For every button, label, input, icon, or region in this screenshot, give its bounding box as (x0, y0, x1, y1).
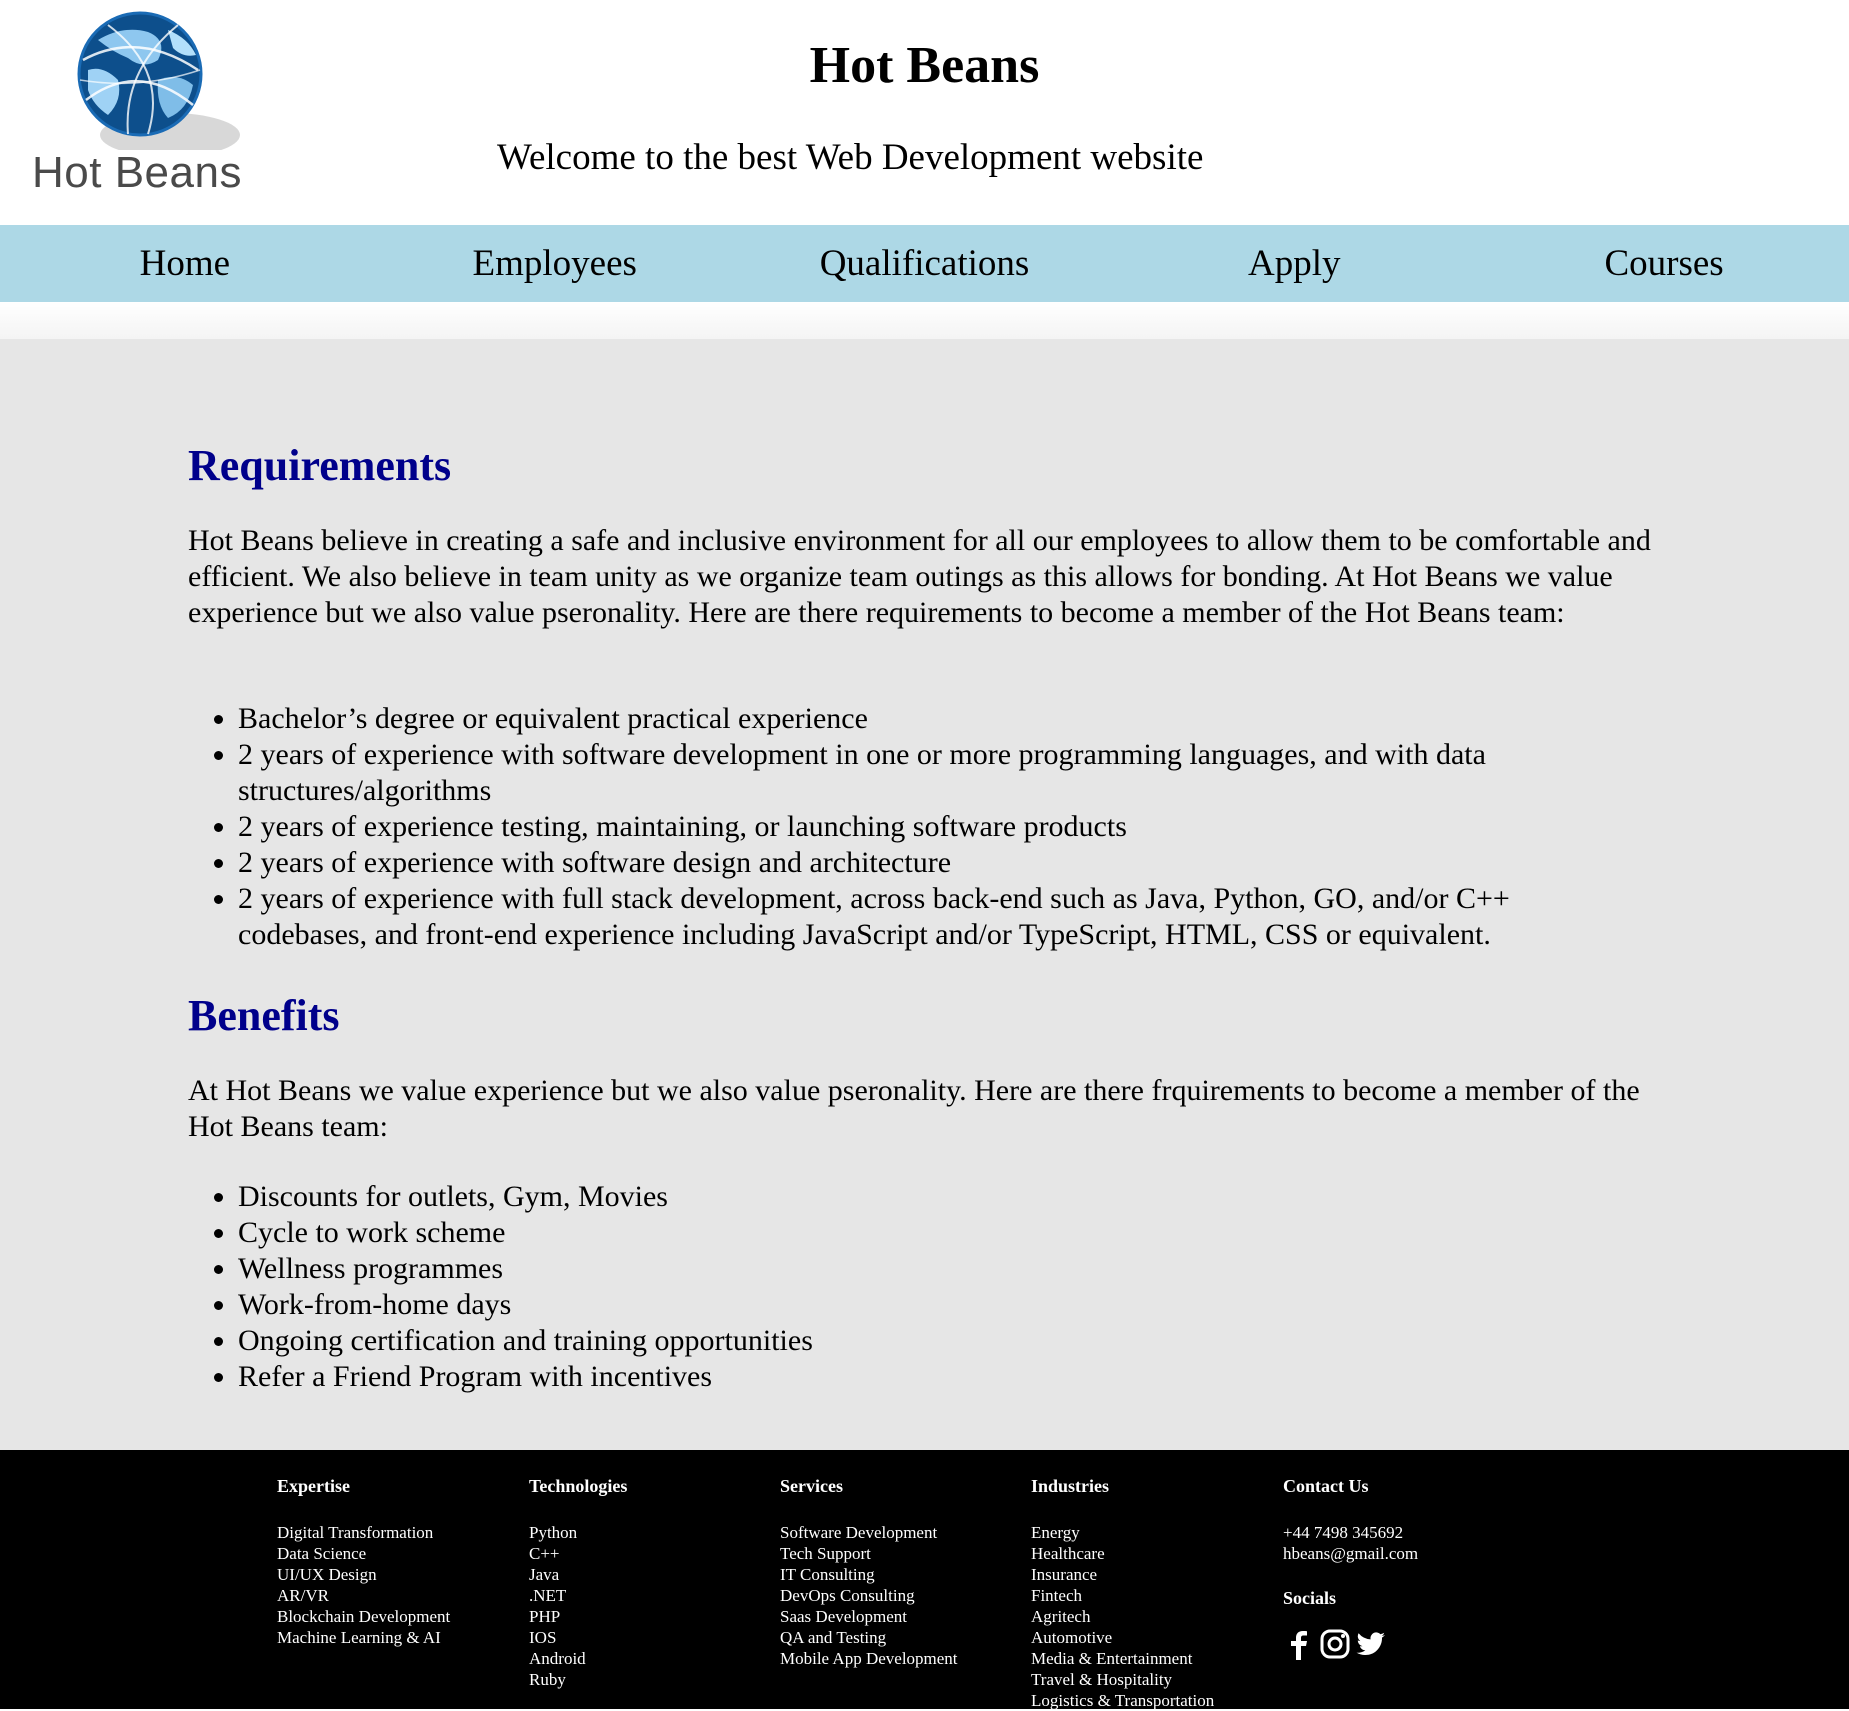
footer-heading: Technologies (529, 1476, 628, 1496)
contact-email[interactable]: hbeans@gmail.com (1283, 1543, 1418, 1564)
list-item: 2 years of experience with software deve… (238, 737, 1638, 809)
socials-heading: Socials (1283, 1588, 1337, 1608)
benefits-heading: Benefits (188, 991, 340, 1040)
footer-heading: Services (780, 1476, 843, 1496)
list-item: Discounts for outlets, Gym, Movies (238, 1179, 1638, 1215)
footer-link[interactable]: DevOps Consulting (780, 1585, 958, 1606)
footer-link[interactable]: C++ (529, 1543, 627, 1564)
footer-link[interactable]: Healthcare (1031, 1543, 1214, 1564)
footer-link[interactable]: AR/VR (277, 1585, 450, 1606)
footer-link[interactable]: Data Science (277, 1543, 450, 1564)
footer-link[interactable]: IOS (529, 1627, 627, 1648)
footer-link[interactable]: Software Development (780, 1522, 958, 1543)
footer-link[interactable]: Python (529, 1522, 627, 1543)
list-item: Cycle to work scheme (238, 1215, 1638, 1251)
footer-link[interactable]: QA and Testing (780, 1627, 958, 1648)
nav-item-apply[interactable]: Apply (1109, 225, 1479, 302)
facebook-icon[interactable] (1283, 1628, 1315, 1660)
list-item: Ongoing certification and training oppor… (238, 1323, 1638, 1359)
footer-link[interactable]: Logistics & Transportation (1031, 1690, 1214, 1711)
list-item: Bachelor’s degree or equivalent practica… (238, 701, 1638, 737)
list-item: Refer a Friend Program with incentives (238, 1359, 1638, 1395)
list-item: 2 years of experience with full stack de… (238, 881, 1638, 953)
footer-link[interactable]: PHP (529, 1606, 627, 1627)
footer-col-industries: Industries Energy Healthcare Insurance F… (1031, 1476, 1214, 1711)
footer-col-expertise: Expertise Digital Transformation Data Sc… (277, 1476, 450, 1648)
footer-link[interactable]: Media & Entertainment (1031, 1648, 1214, 1669)
footer-col-technologies: Technologies Python C++ Java .NET PHP IO… (529, 1476, 627, 1690)
list-item: 2 years of experience with software desi… (238, 845, 1638, 881)
footer-link[interactable]: Fintech (1031, 1585, 1214, 1606)
footer-link[interactable]: Digital Transformation (277, 1522, 450, 1543)
footer-heading: Industries (1031, 1476, 1110, 1496)
footer-link[interactable]: Energy (1031, 1522, 1214, 1543)
footer-link[interactable]: Agritech (1031, 1606, 1214, 1627)
footer-link[interactable]: IT Consulting (780, 1564, 958, 1585)
footer-link[interactable]: Java (529, 1564, 627, 1585)
footer-col-contact: Contact Us +44 7498 345692 hbeans@gmail.… (1283, 1476, 1418, 1660)
footer-link[interactable]: Android (529, 1648, 627, 1669)
list-item: 2 years of experience testing, maintaini… (238, 809, 1638, 845)
requirements-list: Bachelor’s degree or equivalent practica… (188, 701, 1638, 953)
benefits-list: Discounts for outlets, Gym, Movies Cycle… (188, 1179, 1638, 1395)
footer-link[interactable]: Ruby (529, 1669, 627, 1690)
footer-link[interactable]: Saas Development (780, 1606, 958, 1627)
footer-link[interactable]: .NET (529, 1585, 627, 1606)
nav-item-home[interactable]: Home (0, 225, 370, 302)
site-header: Hot Beans Hot Beans Welcome to the best … (0, 0, 1849, 225)
footer-heading: Expertise (277, 1476, 350, 1496)
logo-text: Hot Beans (32, 148, 242, 197)
nav-item-courses[interactable]: Courses (1479, 225, 1849, 302)
main-content: Requirements Hot Beans believe in creati… (0, 339, 1849, 1450)
nav-item-qualifications[interactable]: Qualifications (740, 225, 1110, 302)
list-item: Wellness programmes (238, 1251, 1638, 1287)
site-footer: Expertise Digital Transformation Data Sc… (0, 1450, 1849, 1711)
footer-link[interactable]: Blockchain Development (277, 1606, 450, 1627)
footer-heading: Contact Us (1283, 1476, 1369, 1496)
social-links (1283, 1628, 1418, 1660)
footer-col-services: Services Software Development Tech Suppo… (780, 1476, 958, 1669)
contact-phone[interactable]: +44 7498 345692 (1283, 1522, 1418, 1543)
main-nav: Home Employees Qualifications Apply Cour… (0, 225, 1849, 302)
instagram-icon[interactable] (1319, 1628, 1351, 1660)
site-title: Hot Beans (809, 37, 1040, 94)
site-subtitle: Welcome to the best Web Development webs… (497, 137, 1204, 178)
footer-link[interactable]: Tech Support (780, 1543, 958, 1564)
twitter-icon[interactable] (1355, 1628, 1387, 1660)
nav-item-employees[interactable]: Employees (370, 225, 740, 302)
footer-link[interactable]: UI/UX Design (277, 1564, 450, 1585)
requirements-heading: Requirements (188, 441, 452, 490)
nav-divider (0, 302, 1849, 339)
requirements-intro: Hot Beans believe in creating a safe and… (188, 524, 1651, 629)
footer-link[interactable]: Insurance (1031, 1564, 1214, 1585)
footer-link[interactable]: Machine Learning & AI (277, 1627, 450, 1648)
benefits-intro: At Hot Beans we value experience but we … (188, 1074, 1640, 1143)
list-item: Work-from-home days (238, 1287, 1638, 1323)
footer-link[interactable]: Travel & Hospitality (1031, 1669, 1214, 1690)
footer-link[interactable]: Automotive (1031, 1627, 1214, 1648)
footer-link[interactable]: Mobile App Development (780, 1648, 958, 1669)
